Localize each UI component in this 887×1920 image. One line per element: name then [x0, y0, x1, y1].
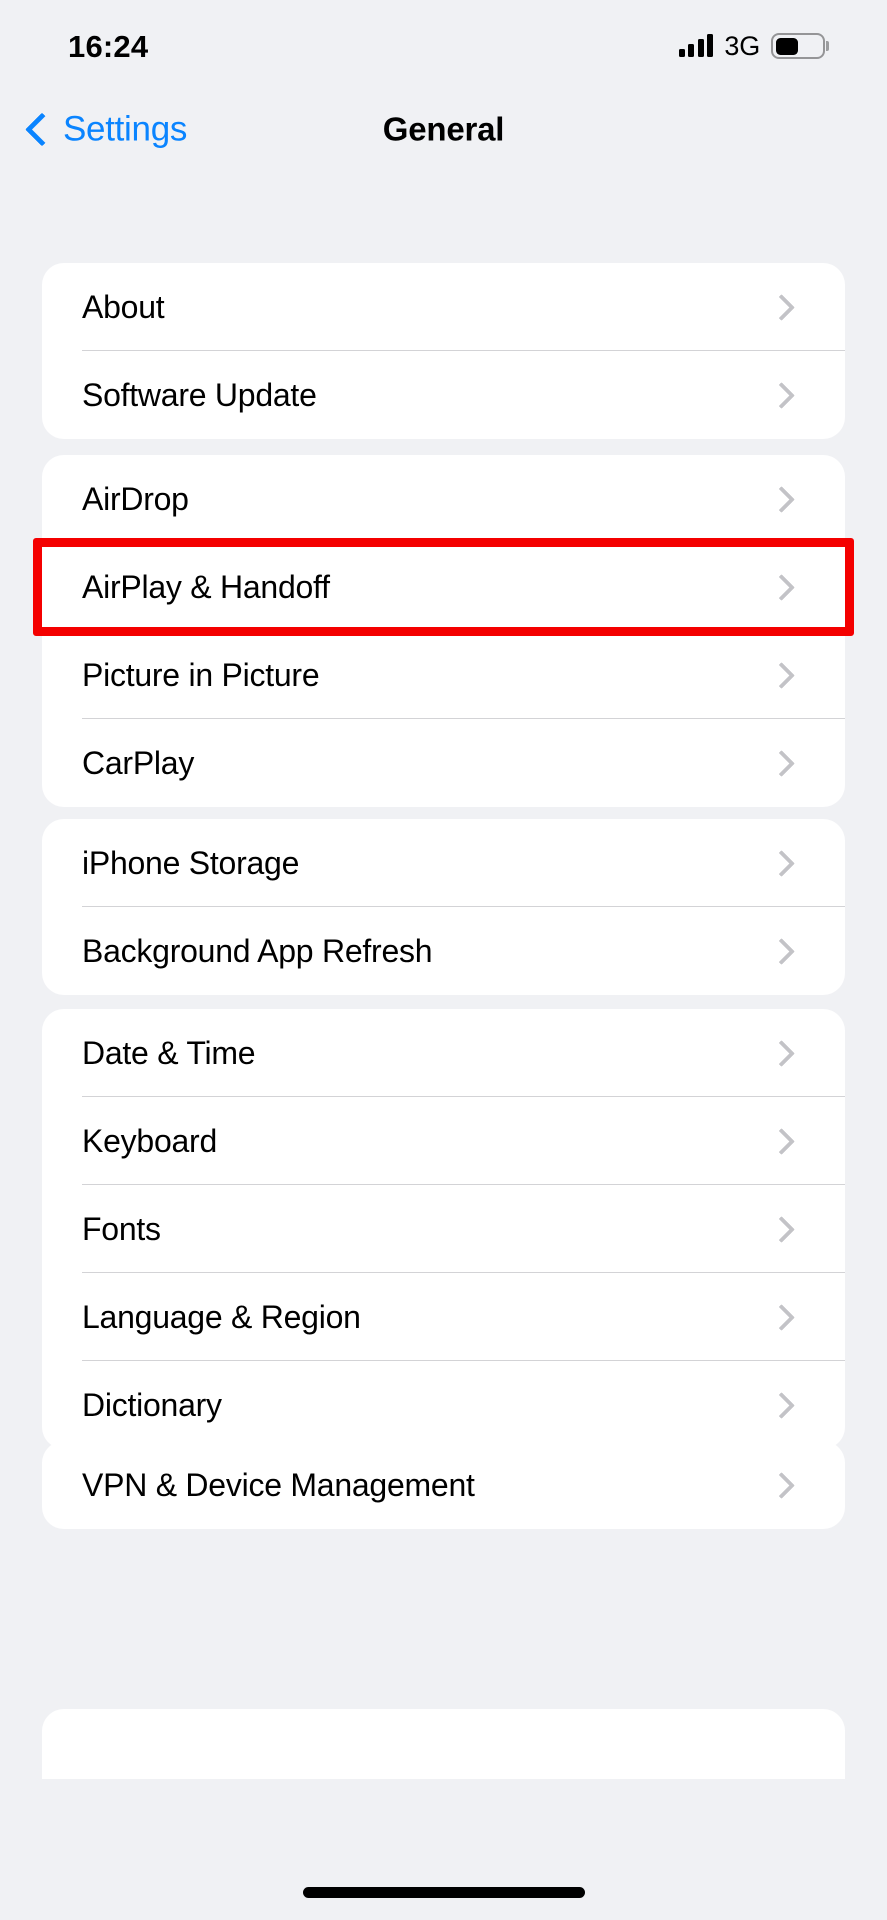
battery-icon — [771, 33, 829, 59]
settings-row-label: CarPlay — [82, 745, 195, 781]
settings-row-label: AirPlay & Handoff — [82, 569, 330, 605]
settings-row[interactable]: CarPlay — [42, 719, 845, 807]
group-datetime: Date & Time Keyboard Fonts Language & Regio… — [42, 1009, 845, 1449]
chevron-right-icon — [768, 661, 795, 689]
settings-row-label: About — [82, 289, 165, 325]
home-indicator — [302, 1887, 585, 1898]
status-bar-indicators: 3G — [678, 30, 829, 61]
settings-row[interactable]: AirDrop — [42, 455, 845, 543]
chevron-right-icon — [768, 1391, 795, 1419]
settings-row[interactable]: Software Update — [42, 351, 845, 439]
settings-row-label: Date & Time — [82, 1035, 256, 1071]
settings-row-label: AirDrop — [82, 481, 189, 517]
settings-row-label: Picture in Picture — [82, 657, 320, 693]
settings-row-label: Software Update — [82, 377, 317, 413]
settings-row[interactable]: Dictionary — [42, 1361, 845, 1449]
group-vpn: VPN & Device Management — [42, 1441, 845, 1529]
group-airdrop: AirDrop AirPlay & Handoff Picture in Pictu… — [42, 455, 845, 807]
network-type-label: 3G — [724, 30, 760, 61]
settings-row-label: Fonts — [82, 1211, 161, 1247]
status-bar-time: 16:24 — [68, 28, 149, 64]
chevron-right-icon — [768, 1471, 795, 1499]
settings-row[interactable]: iPhone Storage — [42, 819, 845, 907]
settings-row[interactable]: Language & Region — [42, 1273, 845, 1361]
settings-row-label: Dictionary — [82, 1387, 222, 1423]
page-title: General — [382, 110, 505, 148]
chevron-right-icon — [768, 485, 795, 513]
settings-row[interactable]: About — [42, 263, 845, 351]
settings-row[interactable]: AirPlay & Handoff — [42, 543, 845, 631]
navigation-bar: Settings General — [0, 86, 887, 172]
settings-row[interactable]: Picture in Picture — [42, 631, 845, 719]
settings-row-label: iPhone Storage — [82, 845, 300, 881]
group-partial — [42, 1709, 845, 1779]
chevron-right-icon — [768, 1303, 795, 1331]
chevron-right-icon — [768, 573, 795, 601]
chevron-right-icon — [768, 849, 795, 877]
settings-row-label: VPN & Device Management — [82, 1467, 475, 1503]
settings-row[interactable]: Keyboard — [42, 1097, 845, 1185]
group-storage: iPhone Storage Background App Refresh — [42, 819, 845, 995]
settings-row[interactable]: Date & Time — [42, 1009, 845, 1097]
chevron-right-icon — [768, 749, 795, 777]
signal-bars-icon — [678, 34, 714, 57]
chevron-right-icon — [768, 937, 795, 965]
settings-row[interactable]: VPN & Device Management — [42, 1441, 845, 1529]
chevron-right-icon — [768, 381, 795, 409]
settings-row-label: Keyboard — [82, 1123, 217, 1159]
chevron-right-icon — [768, 1127, 795, 1155]
group-about: About Software Update — [42, 263, 845, 439]
settings-row[interactable]: Background App Refresh — [42, 907, 845, 995]
settings-row-label: Background App Refresh — [82, 933, 433, 969]
chevron-right-icon — [768, 1039, 795, 1067]
settings-row[interactable]: Fonts — [42, 1185, 845, 1273]
status-bar: 16:24 3G — [0, 0, 887, 86]
settings-list[interactable]: About Software Update AirDrop AirPlay & Han… — [0, 172, 887, 1920]
battery-cap-icon — [825, 41, 829, 51]
chevron-right-icon — [768, 293, 795, 321]
chevron-right-icon — [768, 1215, 795, 1243]
settings-row-label: Language & Region — [82, 1299, 361, 1335]
